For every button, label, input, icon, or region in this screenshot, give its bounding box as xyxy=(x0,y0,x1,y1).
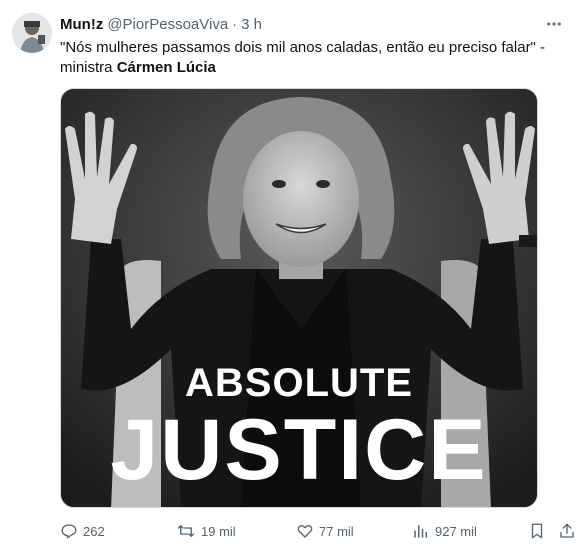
more-options-button[interactable] xyxy=(543,14,565,34)
reply-icon xyxy=(61,524,77,539)
like-count: 77 mil xyxy=(319,523,354,539)
avatar-image xyxy=(12,13,52,53)
tweet-text: "Nós mulheres passamos dois mil anos cal… xyxy=(60,38,575,78)
share-button[interactable] xyxy=(558,522,581,540)
media-caption-line1: ABSOLUTE xyxy=(185,361,413,405)
tweet-text-bold: Cármen Lúcia xyxy=(116,59,216,76)
analytics-icon xyxy=(414,525,427,538)
views-count: 927 mil xyxy=(435,523,477,539)
like-button[interactable]: 77 mil xyxy=(296,522,354,540)
user-handle[interactable]: @PiorPessoaViva xyxy=(107,16,228,33)
bookmark-icon xyxy=(531,523,543,539)
retweet-icon xyxy=(177,525,195,537)
tweet-actions: 262 19 mil 77 mil 927 mil xyxy=(60,520,580,542)
timestamp[interactable]: 3 h xyxy=(241,16,262,33)
display-name[interactable]: Mun!z xyxy=(60,16,103,33)
bookmark-button[interactable] xyxy=(528,522,551,540)
tweet-header: Mun!z @PiorPessoaViva · 3 h xyxy=(60,14,571,34)
share-icon xyxy=(560,523,574,538)
retweet-count: 19 mil xyxy=(201,523,236,539)
heart-icon xyxy=(297,525,313,538)
separator-dot: · xyxy=(232,15,238,33)
retweet-button[interactable]: 19 mil xyxy=(176,522,236,540)
views-button[interactable]: 927 mil xyxy=(412,522,477,540)
more-dots-icon xyxy=(547,22,561,26)
media-caption-line2: JUSTICE xyxy=(110,402,488,498)
tweet-media-image[interactable]: ABSOLUTE JUSTICE xyxy=(60,88,538,508)
reply-count: 262 xyxy=(83,523,105,539)
avatar[interactable] xyxy=(12,13,52,53)
reply-button[interactable]: 262 xyxy=(60,522,105,540)
